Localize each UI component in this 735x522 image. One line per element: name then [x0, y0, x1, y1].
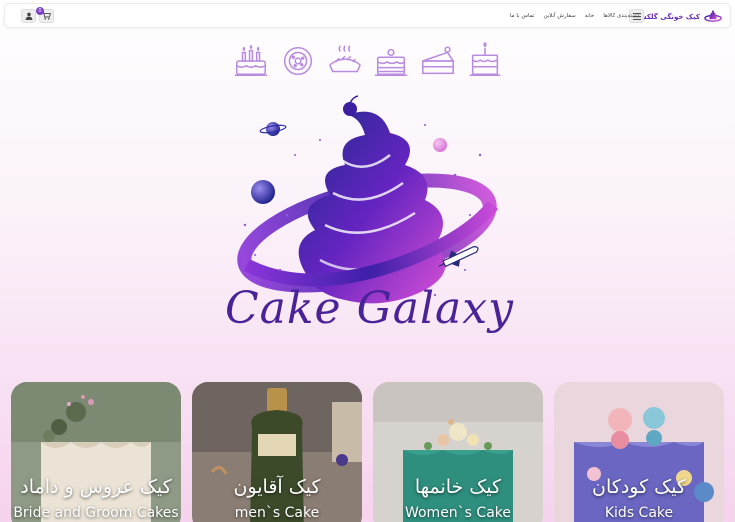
main-nav: دسته‌بندی کالاها خانه سفارش آنلاین تماس …	[510, 11, 639, 21]
site-header: کیک خونگی گلکسی دسته‌بندی کالاها خانه سف…	[4, 3, 731, 28]
men-cake-image	[192, 382, 362, 522]
category-cards: کیک عروس و داماد Bride and Groom Cakes ک…	[0, 382, 735, 522]
cart-count-badge: 0	[36, 7, 44, 15]
hero-title: Cake Galaxy	[225, 283, 514, 334]
women-cake-image	[373, 382, 543, 522]
user-button[interactable]	[21, 9, 36, 23]
kids-cake-image	[554, 382, 724, 522]
card-title-fa: کیک کودکان	[592, 476, 686, 498]
user-icon	[25, 12, 32, 20]
category-icon-row	[232, 41, 504, 81]
card-title-en: Kids Cake	[604, 505, 674, 521]
card-title-en: men`s Cake	[234, 505, 320, 521]
layer-cake-icon[interactable]	[372, 42, 410, 80]
category-card-men[interactable]: کیک آقایون men`s Cake	[192, 382, 362, 522]
cake-slice-icon[interactable]	[419, 42, 457, 80]
nav-home[interactable]: خانه	[585, 13, 595, 19]
pie-icon[interactable]	[326, 42, 364, 80]
category-card-kids[interactable]: کیک کودکان Kids Cake	[554, 382, 724, 522]
category-card-wedding[interactable]: کیک عروس و داماد Bride and Groom Cakes	[11, 382, 181, 522]
nav-online-order[interactable]: سفارش آنلاین	[543, 13, 575, 19]
cake-galaxy-logo-icon	[704, 10, 722, 22]
nav-contact[interactable]: تماس با ما	[510, 13, 534, 19]
tall-cake-icon[interactable]	[466, 42, 504, 80]
wedding-cake-image	[11, 382, 181, 522]
category-card-women[interactable]: کیک خانمها Women`s Cake	[373, 382, 543, 522]
card-title-en: Women`s Cake	[404, 505, 512, 521]
card-title-fa: کیک عروس و داماد	[20, 476, 172, 498]
birthday-cake-icon[interactable]	[232, 42, 270, 80]
card-title-fa: کیک خانمها	[414, 476, 502, 498]
card-title-fa: کیک آقایون	[233, 476, 321, 498]
brand[interactable]: کیک خونگی گلکسی	[633, 8, 722, 25]
nav-categories[interactable]: دسته‌بندی کالاها	[603, 13, 639, 19]
card-title-en: Bride and Groom Cakes	[13, 505, 179, 521]
tart-icon[interactable]	[279, 42, 317, 80]
